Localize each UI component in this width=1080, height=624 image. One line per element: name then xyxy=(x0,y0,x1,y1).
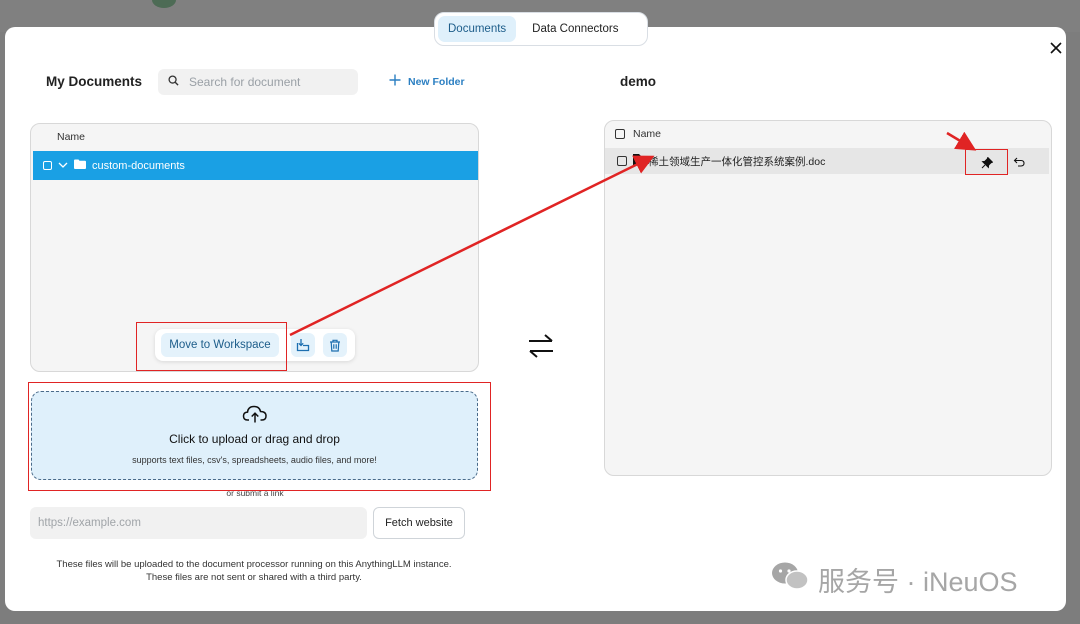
upload-disclaimer: These files will be uploaded to the docu… xyxy=(30,559,478,584)
new-folder-button[interactable]: New Folder xyxy=(389,74,465,89)
watermark: 服务号 · iNeuOS xyxy=(770,560,1018,599)
workspace-name-column-label: Name xyxy=(633,128,662,140)
folder-icon xyxy=(74,159,86,172)
my-documents-title: My Documents xyxy=(46,74,143,89)
select-all-checkbox[interactable] xyxy=(615,129,625,139)
undo-icon[interactable] xyxy=(1010,152,1028,172)
file-name: 稀土领域生产一体化管控系统案例.doc xyxy=(648,155,826,168)
url-input[interactable] xyxy=(30,507,367,539)
background-bottom xyxy=(0,611,1080,624)
search-input[interactable] xyxy=(187,74,351,90)
workspace-name-header: Name xyxy=(615,128,661,140)
name-column-header: Name xyxy=(57,131,86,143)
folder-checkbox[interactable] xyxy=(43,161,52,170)
trash-icon[interactable] xyxy=(323,333,347,357)
annotation-box-pin xyxy=(965,149,1008,175)
chevron-down-icon[interactable] xyxy=(58,160,68,172)
folder-row[interactable]: custom-documents xyxy=(33,151,478,180)
tab-documents[interactable]: Documents xyxy=(438,16,517,42)
disclaimer-line-1: These files will be uploaded to the docu… xyxy=(56,559,452,570)
workspace-title: demo xyxy=(620,74,657,89)
file-icon xyxy=(633,154,642,168)
watermark-text: 服务号 · iNeuOS xyxy=(818,567,1018,597)
tab-data-connectors[interactable]: Data Connectors xyxy=(522,16,628,42)
tab-bar: Documents Data Connectors xyxy=(434,12,648,46)
disclaimer-line-2: These files are not sent or shared with … xyxy=(146,571,362,583)
annotation-box-move xyxy=(136,322,287,371)
swap-arrows-icon xyxy=(527,333,555,364)
annotation-box-upload xyxy=(28,382,491,491)
file-checkbox[interactable] xyxy=(617,156,627,166)
wechat-icon xyxy=(770,560,810,599)
move-to-folder-icon[interactable] xyxy=(291,333,315,357)
search-icon xyxy=(168,73,179,91)
folder-name: custom-documents xyxy=(92,159,185,172)
plus-icon xyxy=(389,74,401,89)
fetch-website-button[interactable]: Fetch website xyxy=(373,507,465,539)
close-icon[interactable] xyxy=(1050,38,1062,59)
new-folder-label: New Folder xyxy=(408,75,465,88)
document-search xyxy=(158,69,358,95)
